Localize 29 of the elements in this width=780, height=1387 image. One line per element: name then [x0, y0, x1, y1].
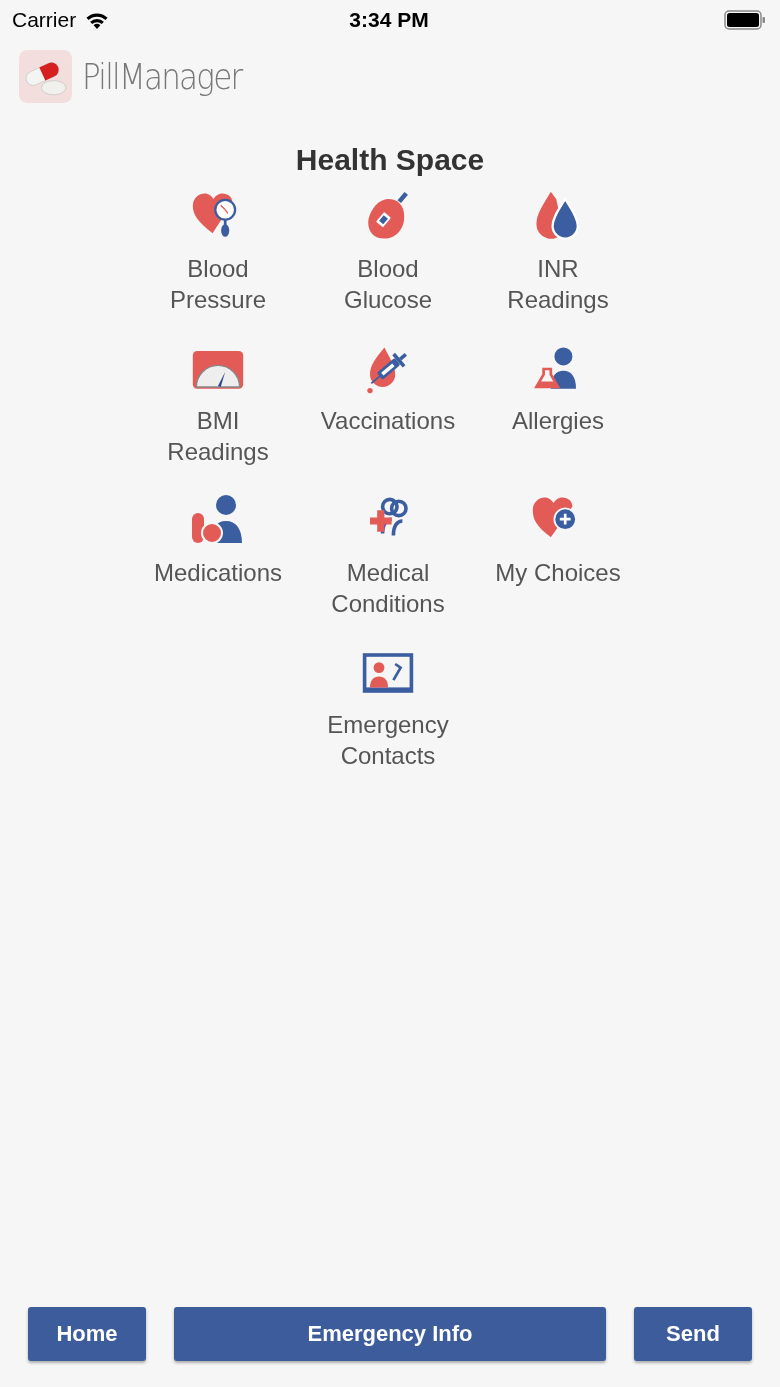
menu-item[interactable]: INR Readings — [473, 187, 643, 315]
menu-item-label: BMI Readings — [167, 406, 269, 467]
menu-item[interactable]: Blood Glucose — [303, 187, 473, 315]
menu-item[interactable]: BMI Readings — [133, 339, 303, 467]
menu-item-label: Blood Pressure — [169, 254, 266, 315]
emergency-info-button[interactable]: Emergency Info — [174, 1307, 606, 1361]
menu-item-label: Vaccinations — [320, 406, 456, 436]
carrier-label: Carrier — [12, 8, 77, 32]
menu-item-label: Emergency Contacts — [327, 710, 449, 771]
app-title: PillManager — [82, 56, 242, 97]
send-button[interactable]: Send — [634, 1307, 752, 1361]
menu-item[interactable]: Blood Pressure — [133, 187, 303, 315]
menu-item[interactable]: Vaccinations — [303, 339, 473, 467]
menu-item-label: INR Readings — [507, 254, 609, 315]
menu-item[interactable]: Emergency Contacts — [303, 643, 473, 771]
battery-icon — [724, 10, 766, 30]
menu-item-label: Medical Conditions — [331, 558, 445, 619]
menu-item-label: Medications — [153, 558, 283, 588]
status-time: 3:34 PM — [349, 8, 429, 32]
pill-logo-icon — [19, 50, 72, 103]
menu-item[interactable]: Medical Conditions — [303, 491, 473, 619]
menu-item[interactable]: My Choices — [473, 491, 643, 619]
menu-item[interactable]: Allergies — [473, 339, 643, 467]
menu-item-label: Allergies — [511, 406, 604, 436]
menu-item-label: My Choices — [495, 558, 621, 588]
menu-item-label: Blood Glucose — [343, 254, 432, 315]
section-title: Health Space — [294, 143, 486, 177]
home-button[interactable]: Home — [28, 1307, 146, 1361]
menu-item[interactable]: Medications — [133, 491, 303, 619]
